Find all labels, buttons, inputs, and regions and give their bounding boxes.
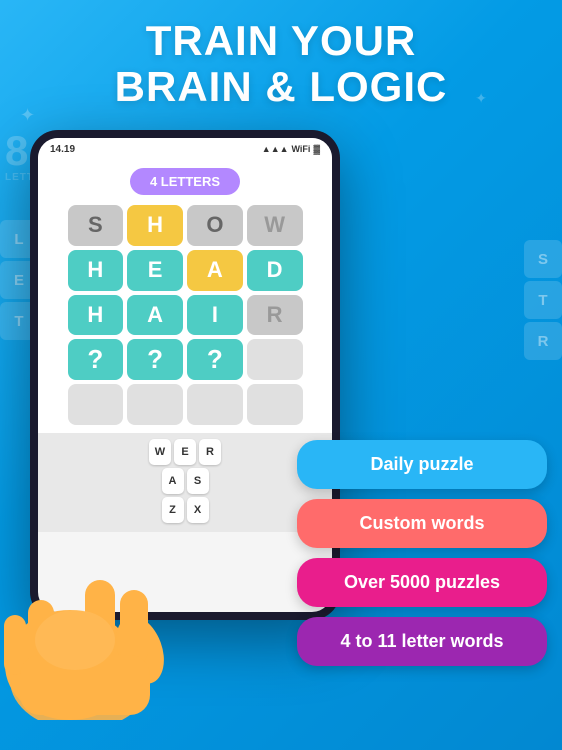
cell-3-0[interactable]: ? <box>68 339 124 380</box>
cell-4-3 <box>247 384 303 425</box>
signal-icon: ▲▲▲ <box>262 144 289 154</box>
right-side-tiles: S T R <box>524 240 562 360</box>
feature-letter-words[interactable]: 4 to 11 letter words <box>297 617 547 666</box>
cell-0-3[interactable]: W <box>247 205 303 246</box>
cell-1-1[interactable]: E <box>127 250 183 291</box>
battery-icon: ▓ <box>313 144 320 154</box>
cell-4-1 <box>127 384 183 425</box>
cell-2-0[interactable]: H <box>68 295 124 336</box>
keyboard: W E R A S Z X <box>38 433 332 532</box>
status-time: 14.19 <box>50 144 75 155</box>
word-grid: S H O W H E A D H A I R ? ? ? <box>68 205 303 425</box>
wifi-icon: WiFi <box>292 144 311 154</box>
key-a[interactable]: A <box>162 468 184 494</box>
right-tile-r: R <box>524 322 562 360</box>
cell-0-1[interactable]: H <box>127 205 183 246</box>
cell-3-2[interactable]: ? <box>187 339 243 380</box>
feature-daily-puzzle[interactable]: Daily puzzle <box>297 440 547 489</box>
cell-4-2 <box>187 384 243 425</box>
cell-2-2[interactable]: I <box>187 295 243 336</box>
keyboard-row-1: W E R <box>42 439 328 465</box>
keyboard-row-2: A S <box>42 468 328 494</box>
cell-0-2[interactable]: O <box>187 205 243 246</box>
features-panel: Daily puzzle Custom words Over 5000 puzz… <box>297 440 562 666</box>
right-tile-s: S <box>524 240 562 278</box>
status-icons: ▲▲▲ WiFi ▓ <box>262 144 320 154</box>
key-w[interactable]: W <box>149 439 171 465</box>
title-line2: BRAIN & LOGIC <box>115 63 448 110</box>
cell-3-3 <box>247 339 303 380</box>
cell-1-2[interactable]: A <box>187 250 243 291</box>
cell-0-0[interactable]: S <box>68 205 124 246</box>
cell-3-1[interactable]: ? <box>127 339 183 380</box>
key-s[interactable]: S <box>187 468 209 494</box>
feature-5000-puzzles[interactable]: Over 5000 puzzles <box>297 558 547 607</box>
hand-illustration <box>0 520 190 720</box>
key-r[interactable]: R <box>199 439 221 465</box>
title-line1: TRAIN YOUR <box>146 17 417 64</box>
cell-2-3[interactable]: R <box>247 295 303 336</box>
cell-1-0[interactable]: H <box>68 250 124 291</box>
feature-custom-words[interactable]: Custom words <box>297 499 547 548</box>
status-bar: 14.19 ▲▲▲ WiFi ▓ <box>38 138 332 160</box>
cell-2-1[interactable]: A <box>127 295 183 336</box>
cell-1-3[interactable]: D <box>247 250 303 291</box>
game-area: 4 LETTERS S H O W H E A D H A I R ? ? <box>38 160 332 433</box>
cell-4-0 <box>68 384 124 425</box>
right-tile-t: T <box>524 281 562 319</box>
letters-badge: 4 LETTERS <box>130 168 240 195</box>
main-title: TRAIN YOUR BRAIN & LOGIC <box>0 18 562 110</box>
key-e[interactable]: E <box>174 439 196 465</box>
hand-svg <box>0 520 190 720</box>
